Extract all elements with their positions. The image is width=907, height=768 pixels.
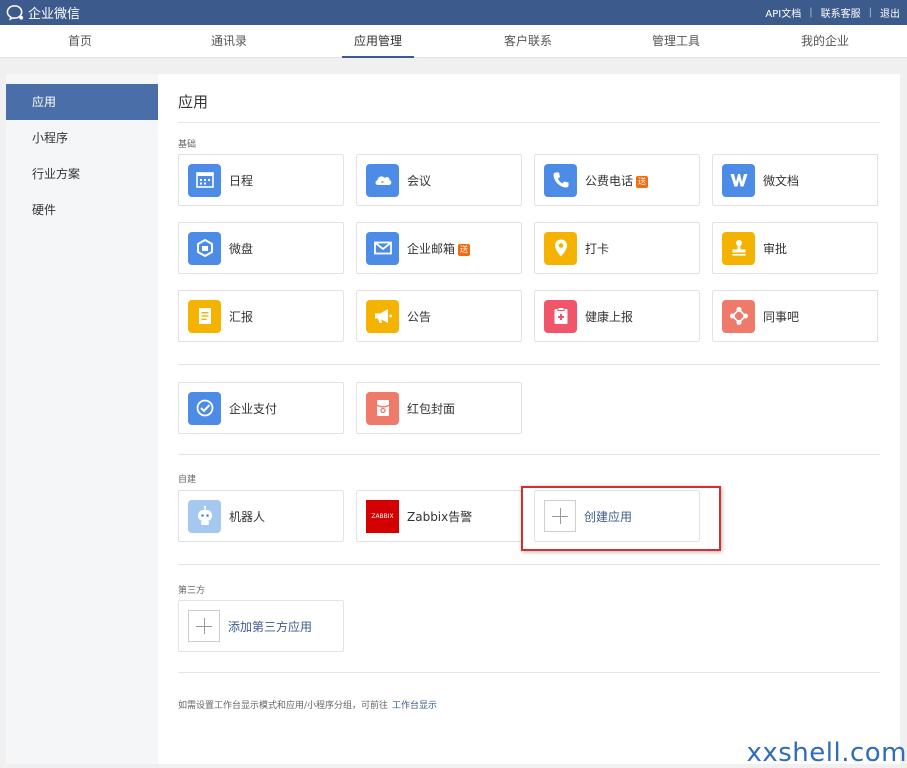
app-label: 日程: [229, 173, 254, 188]
app-name: 企业邮箱: [407, 241, 456, 256]
footnote: 如需设置工作台显示模式和应用/小程序分组，可前往 工作台显示: [178, 698, 437, 711]
app-card-approval[interactable]: 审批: [712, 222, 878, 274]
app-card-red-envelope-cover[interactable]: 红包封面: [356, 382, 522, 434]
top-links: API文档 | 联系客服 | 退出: [765, 0, 900, 25]
app-label: 会议: [407, 173, 432, 188]
app-card-robot[interactable]: 机器人: [178, 490, 344, 542]
app-label: 汇报: [229, 309, 254, 324]
app-label: Zabbix告警: [407, 509, 473, 524]
create-app-button[interactable]: 创建应用: [534, 490, 700, 542]
app-label: 企业邮箱送: [407, 240, 471, 257]
sidebar-item-mini-programs[interactable]: 小程序: [6, 120, 158, 156]
separator: |: [809, 7, 813, 18]
tab-customer-contact[interactable]: 客户联系: [488, 25, 568, 58]
app-card-drive[interactable]: 微盘: [178, 222, 344, 274]
create-app-label: 创建应用: [584, 509, 633, 524]
divider: [178, 364, 880, 365]
red-envelope-icon: [366, 391, 399, 425]
app-card-announcement[interactable]: 公告: [356, 290, 522, 342]
footnote-text: 如需设置工作台显示模式和应用/小程序分组，可前往: [178, 701, 389, 711]
app-card-health-report[interactable]: 健康上报: [534, 290, 700, 342]
tab-management-tools[interactable]: 管理工具: [636, 25, 716, 58]
page-title: 应用: [178, 93, 209, 111]
main-nav: 首页 通讯录 应用管理 客户联系 管理工具 我的企业: [0, 25, 907, 58]
divider: [178, 672, 880, 673]
doc-w-icon: [722, 163, 755, 197]
divider: [178, 564, 880, 565]
app-card-zabbix-alert[interactable]: ZABBIX Zabbix告警: [356, 490, 522, 542]
plus-icon: [188, 610, 220, 642]
app-card-report[interactable]: 汇报: [178, 290, 344, 342]
app-label: 打卡: [585, 241, 610, 256]
network-icon: [722, 299, 755, 333]
tab-app-management[interactable]: 应用管理: [342, 25, 414, 58]
app-label: 公费电话送: [585, 172, 649, 189]
plus-icon: [544, 500, 576, 532]
section-label-custom: 自建: [178, 475, 197, 485]
cloud-meeting-icon: [366, 163, 399, 197]
app-card-colleague-forum[interactable]: 同事吧: [712, 290, 878, 342]
sidebar-item-apps[interactable]: 应用: [6, 84, 158, 120]
drive-icon: [188, 231, 221, 265]
top-bar: 企业微信 API文档 | 联系客服 | 退出: [0, 0, 907, 25]
sidebar-item-hardware[interactable]: 硬件: [6, 192, 158, 228]
content-panel: 应用 小程序 行业方案 硬件 应用 基础 日程 会议 公费电话送 微文档 微盘 …: [6, 74, 900, 764]
workbench-display-link[interactable]: 工作台显示: [392, 701, 437, 711]
app-label: 审批: [763, 241, 788, 256]
report-icon: [188, 299, 221, 333]
sidebar: 应用 小程序 行业方案 硬件: [6, 74, 158, 764]
section-label-basic: 基础: [178, 140, 197, 150]
zabbix-icon-text: ZABBIX: [371, 512, 394, 520]
app-label: 微盘: [229, 241, 254, 256]
watermark: xxshell.com: [746, 738, 907, 768]
gift-badge: 送: [636, 175, 649, 188]
add-third-party-app-button[interactable]: 添加第三方应用: [178, 600, 344, 652]
megaphone-icon: [366, 299, 399, 333]
tab-home[interactable]: 首页: [40, 25, 120, 58]
app-label: 同事吧: [763, 309, 800, 324]
divider: [178, 122, 880, 123]
app-label: 微文档: [763, 173, 800, 188]
app-card-phone[interactable]: 公费电话送: [534, 154, 700, 206]
robot-icon: [188, 499, 221, 533]
main-content: 应用 基础 日程 会议 公费电话送 微文档 微盘 企业邮箱 送 打卡 审批 汇报…: [178, 74, 880, 764]
brand-name: 企业微信: [28, 7, 81, 22]
calendar-icon: [188, 163, 221, 197]
separator: |: [868, 7, 872, 18]
health-clipboard-icon: [544, 299, 577, 333]
logout-link[interactable]: 退出: [880, 5, 900, 20]
contact-support-link[interactable]: 联系客服: [821, 5, 861, 20]
stamp-icon: [722, 231, 755, 265]
location-pin-icon: [544, 231, 577, 265]
app-label: 公告: [407, 309, 432, 324]
gift-badge: 送: [458, 243, 471, 256]
app-card-checkin[interactable]: 打卡: [534, 222, 700, 274]
divider: [178, 454, 880, 455]
zabbix-icon: ZABBIX: [366, 499, 399, 533]
app-card-meeting[interactable]: 会议: [356, 154, 522, 206]
pay-check-icon: [188, 391, 221, 425]
tab-contacts[interactable]: 通讯录: [189, 25, 269, 58]
app-label: 企业支付: [229, 401, 278, 416]
sidebar-item-industry-solutions[interactable]: 行业方案: [6, 156, 158, 192]
section-label-third-party: 第三方: [178, 586, 206, 596]
phone-icon: [544, 163, 577, 197]
app-card-schedule[interactable]: 日程: [178, 154, 344, 206]
app-card-mail[interactable]: 企业邮箱送: [356, 222, 522, 274]
app-name: 公费电话: [585, 173, 634, 188]
brand-logo[interactable]: 企业微信: [6, 3, 80, 22]
api-docs-link[interactable]: API文档: [765, 5, 801, 20]
app-card-docs[interactable]: 微文档: [712, 154, 878, 206]
add-third-party-label: 添加第三方应用: [228, 619, 313, 634]
app-label: 健康上报: [585, 309, 634, 324]
wecom-logo-icon: [6, 5, 24, 21]
app-label: 机器人: [229, 509, 266, 524]
app-label: 红包封面: [407, 401, 456, 416]
app-card-enterprise-pay[interactable]: 企业支付: [178, 382, 344, 434]
mail-icon: [366, 231, 399, 265]
tab-my-company[interactable]: 我的企业: [785, 25, 865, 58]
